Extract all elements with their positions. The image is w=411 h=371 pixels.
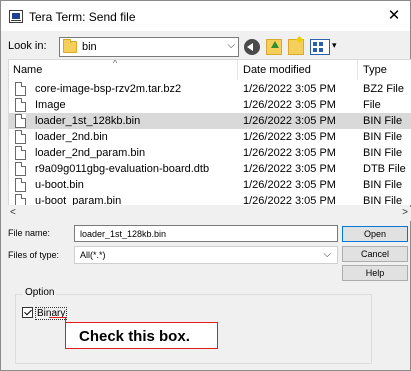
file-icon [15, 194, 26, 205]
file-date-cell: 1/26/2022 3:05 PM [243, 147, 336, 159]
files-of-type-label: Files of type: [8, 250, 60, 260]
file-type-cell: BIN File [363, 147, 403, 159]
file-row[interactable]: r9a09g011gbg-evaluation-board.dtb 1/26/20… [9, 161, 411, 177]
callout-text: Check this box. [79, 328, 190, 345]
file-name-cell: loader_2nd.bin [35, 131, 108, 143]
file-type-cell: BZ2 File [363, 83, 404, 95]
file-date-cell: 1/26/2022 3:05 PM [243, 163, 336, 175]
binary-checkbox[interactable] [22, 307, 33, 318]
file-type-cell: BIN File [363, 195, 403, 205]
view-menu-arrow-icon[interactable]: ▾ [332, 40, 337, 51]
file-type-cell: BIN File [363, 115, 403, 127]
file-icon [15, 146, 26, 160]
file-icon [15, 82, 26, 96]
horizontal-scrollbar[interactable]: < > [8, 207, 411, 221]
file-date-cell: 1/26/2022 3:05 PM [243, 131, 336, 143]
help-button[interactable]: Help [342, 265, 408, 281]
scroll-left-icon[interactable]: < [10, 207, 16, 218]
file-row[interactable]: loader_2nd_param.bin 1/26/2022 3:05 PM BIN… [9, 145, 411, 161]
option-group-label: Option [23, 287, 57, 298]
file-date-cell: 1/26/2022 3:05 PM [243, 99, 336, 111]
file-type-cell: File [363, 99, 381, 111]
files-of-type-value: All(*.*) [80, 250, 106, 260]
file-date-cell: 1/26/2022 3:05 PM [243, 83, 336, 95]
window-title: Tera Term: Send file [29, 10, 136, 24]
look-in-dropdown[interactable]: bin ⌵ [59, 37, 239, 57]
file-row[interactable]: loader_1st_128kb.bin 1/26/2022 3:05 PM BIN… [9, 113, 411, 129]
file-list-header: Name ^ Date modified Type [9, 60, 411, 80]
file-row[interactable]: u-boot_param.bin 1/26/2022 3:05 PM BIN Fil… [9, 193, 411, 205]
file-row[interactable]: core-image-bsp-rzv2m.tar.bz2 1/26/2022 3:… [9, 81, 411, 97]
new-folder-icon[interactable] [288, 39, 304, 55]
file-name-cell: Image [35, 99, 66, 111]
close-button[interactable]: ✕ [378, 1, 410, 31]
file-name-cell: loader_1st_128kb.bin [35, 115, 141, 127]
file-date-cell: 1/26/2022 3:05 PM [243, 179, 336, 191]
column-header-date-modified[interactable]: Date modified [243, 64, 311, 76]
column-divider[interactable] [357, 60, 358, 80]
file-name-cell: u-boot_param.bin [35, 195, 122, 205]
title-bar: Tera Term: Send file ✕ [1, 1, 410, 31]
file-name-label: File name: [8, 228, 51, 238]
binary-checkbox-label[interactable]: Binary [35, 307, 68, 320]
column-header-name[interactable]: Name [13, 64, 42, 76]
send-file-dialog: Tera Term: Send file ✕ Look in: bin ⌵ ▾ … [0, 0, 411, 371]
look-in-value: bin [82, 41, 97, 53]
up-folder-icon[interactable] [266, 39, 282, 55]
teraterm-app-icon [9, 10, 23, 23]
chevron-down-icon: ⌵ [323, 249, 331, 260]
callout-pointer-line [49, 317, 66, 318]
look-in-label: Look in: [8, 40, 47, 52]
folder-icon [63, 39, 77, 53]
file-icon [15, 98, 26, 112]
instruction-callout: Check this box. [65, 322, 218, 349]
file-icon [15, 162, 26, 176]
view-menu-icon[interactable] [310, 39, 330, 55]
cancel-button[interactable]: Cancel [342, 246, 408, 262]
column-divider[interactable] [237, 60, 238, 80]
file-name-cell: r9a09g011gbg-evaluation-board.dtb [35, 163, 210, 175]
files-of-type-dropdown[interactable]: All(*.*) ⌵ [74, 246, 338, 264]
file-date-cell: 1/26/2022 3:05 PM [243, 195, 336, 205]
file-name-cell: u-boot.bin [35, 179, 84, 191]
open-button[interactable]: Open [342, 226, 408, 242]
back-icon[interactable] [244, 39, 260, 55]
sort-ascending-icon: ^ [113, 59, 118, 68]
file-icon [15, 114, 26, 128]
file-row[interactable]: u-boot.bin 1/26/2022 3:05 PM BIN File [9, 177, 411, 193]
file-row[interactable]: Image 1/26/2022 3:05 PM File [9, 97, 411, 113]
file-name-input[interactable] [74, 225, 338, 242]
file-type-cell: BIN File [363, 179, 403, 191]
scroll-right-icon[interactable]: > [402, 207, 408, 218]
chevron-down-icon: ⌵ [227, 40, 235, 51]
column-header-type[interactable]: Type [363, 64, 387, 76]
file-icon [15, 130, 26, 144]
file-list: Name ^ Date modified Type core-image-bsp… [8, 59, 411, 205]
file-date-cell: 1/26/2022 3:05 PM [243, 115, 336, 127]
file-type-cell: BIN File [363, 131, 403, 143]
file-row[interactable]: loader_2nd.bin 1/26/2022 3:05 PM BIN File [9, 129, 411, 145]
file-name-cell: core-image-bsp-rzv2m.tar.bz2 [35, 83, 182, 95]
file-icon [15, 178, 26, 192]
file-name-cell: loader_2nd_param.bin [35, 147, 146, 159]
file-type-cell: DTB File [363, 163, 406, 175]
